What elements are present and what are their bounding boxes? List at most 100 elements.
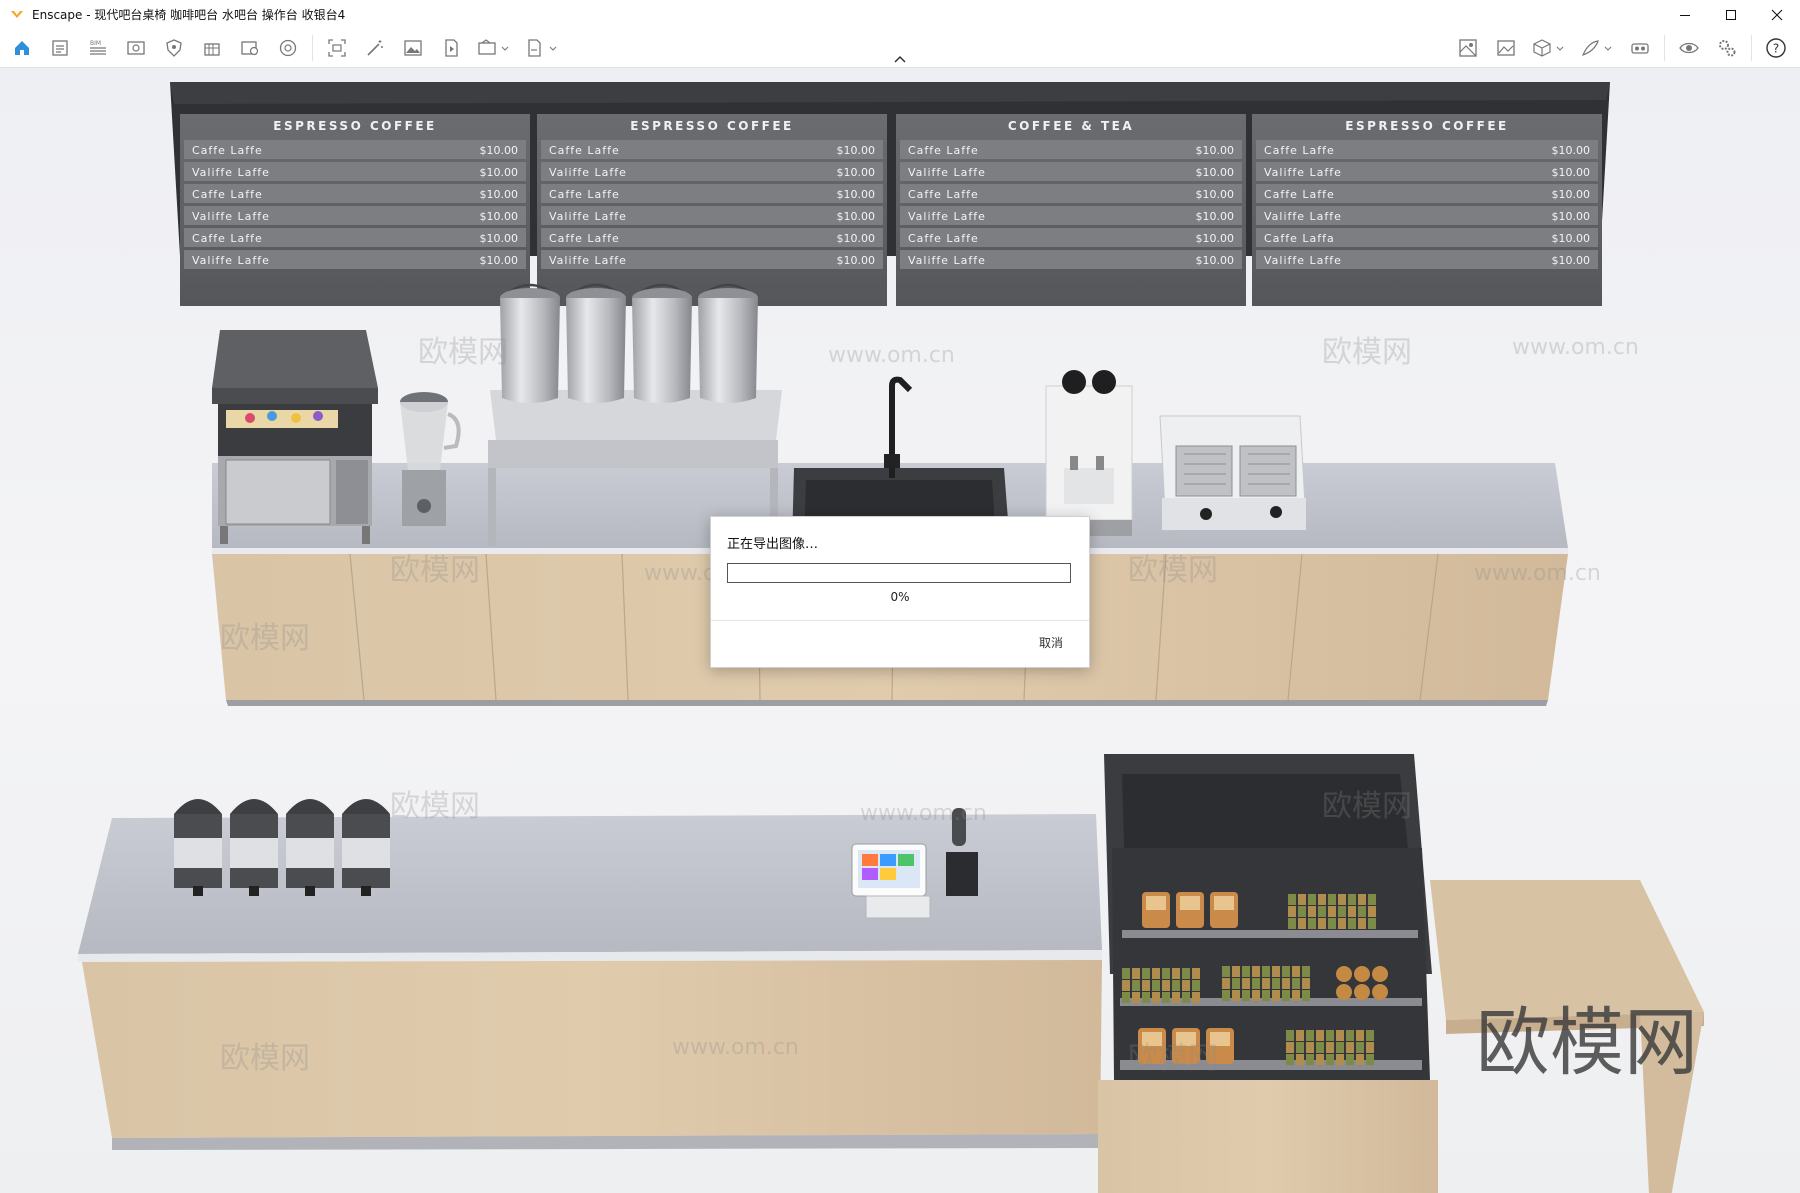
- menu-board-3: COFFEE & TEA Caffe Laffe $10.00 Valiffe Laf…: [896, 114, 1246, 306]
- menu-item-price: $10.00: [1196, 166, 1235, 179]
- shield-icon[interactable]: [160, 35, 188, 61]
- palette-icon[interactable]: [274, 35, 302, 61]
- coffee-thermos: [342, 799, 390, 896]
- export-icon[interactable]: [523, 35, 561, 61]
- building-icon[interactable]: [198, 35, 226, 61]
- snack-pack: [1348, 894, 1356, 905]
- menu-board-2: ESPRESSO COFFEE Caffe Laffe $10.00 Valiffe …: [537, 114, 887, 306]
- magic-wand-icon[interactable]: [361, 35, 389, 61]
- snack-pack: [1356, 1054, 1364, 1065]
- snack-pack: [1358, 906, 1366, 917]
- snack-pack: [1358, 894, 1366, 905]
- snack-pack: [1326, 1042, 1334, 1053]
- settings-gears-icon[interactable]: [1713, 35, 1741, 61]
- menu-item-name: Caffe Laffe: [192, 144, 263, 157]
- snack-pack: [1328, 894, 1336, 905]
- coffee-thermos: [286, 799, 334, 896]
- eye-icon[interactable]: [1675, 35, 1703, 61]
- open-file-icon[interactable]: [46, 35, 74, 61]
- collapse-toolbar-chevron-icon[interactable]: [884, 52, 916, 66]
- menu-board-header: COFFEE & TEA: [1008, 119, 1134, 133]
- menu-item-name: Caffe Laffa: [1264, 232, 1335, 245]
- menu-item-name: Caffe Laffe: [1264, 144, 1335, 157]
- watermark-url: www.om.cn: [672, 1035, 799, 1060]
- snack-pack: [1356, 1042, 1364, 1053]
- menu-item-name: Valiffe Laffe: [549, 166, 627, 179]
- bun: [1372, 984, 1388, 1000]
- snack-pack: [1298, 894, 1306, 905]
- watermark-logo: 欧模网: [220, 621, 310, 656]
- snack-pack: [1302, 966, 1310, 977]
- menu-item-name: Caffe Laffe: [192, 188, 263, 201]
- watermark-corner: 欧模网: [1476, 1000, 1698, 1086]
- toolbar-separator: [1664, 35, 1665, 61]
- vr-headset-icon[interactable]: [1626, 35, 1654, 61]
- snack-pack: [1272, 990, 1280, 1001]
- menu-item-name: Caffe Laffe: [192, 232, 263, 245]
- svg-text:?: ?: [1773, 42, 1779, 56]
- menu-item-price: $10.00: [1196, 210, 1235, 223]
- export-progress-bar: [727, 563, 1071, 583]
- menu-item-name: Valiffe Laffe: [908, 254, 986, 267]
- home-icon[interactable]: [8, 35, 36, 61]
- snack-pack: [1306, 1054, 1314, 1065]
- menu-item-name: Caffe Laffe: [549, 188, 620, 201]
- minimize-button[interactable]: [1662, 0, 1708, 29]
- menu-item-name: Caffe Laffe: [908, 188, 979, 201]
- snack-pack: [1368, 894, 1376, 905]
- menu-item-price: $10.00: [480, 144, 519, 157]
- batch-render-icon[interactable]: [475, 35, 513, 61]
- help-icon[interactable]: ?: [1762, 35, 1790, 61]
- snack-pack: [1288, 906, 1296, 917]
- snack-pack: [1346, 1030, 1354, 1041]
- snack-pack: [1182, 992, 1190, 1003]
- settings-icon[interactable]: [236, 35, 264, 61]
- popcorn-machine: [212, 330, 378, 544]
- snack-pack: [1222, 966, 1230, 977]
- menu-item-price: $10.00: [480, 232, 519, 245]
- snack-pack: [1318, 918, 1326, 929]
- snack-pack: [1172, 980, 1180, 991]
- menu-item-price: $10.00: [837, 166, 876, 179]
- bun: [1354, 984, 1370, 1000]
- snack-pack: [1232, 966, 1240, 977]
- toolbar-separator: [1751, 35, 1752, 61]
- close-button[interactable]: [1754, 0, 1800, 29]
- snack-pack: [1366, 1030, 1374, 1041]
- snack-pack: [1172, 992, 1180, 1003]
- snack-pack: [1132, 980, 1140, 991]
- menu-item-price: $10.00: [837, 188, 876, 201]
- cancel-button[interactable]: 取消: [1033, 632, 1069, 653]
- watermark-logo: 欧模网: [390, 553, 480, 588]
- screenshot-icon[interactable]: [323, 35, 351, 61]
- toolbar-separator: [312, 35, 313, 61]
- menu-item-name: Caffe Laffe: [908, 232, 979, 245]
- menu-item-price: $10.00: [837, 210, 876, 223]
- enscape-logo-icon: [8, 6, 26, 24]
- snack-pack: [1346, 1042, 1354, 1053]
- snack-pack: [1326, 1054, 1334, 1065]
- dialog-divider: [711, 620, 1089, 621]
- maximize-button[interactable]: [1708, 0, 1754, 29]
- cube-icon[interactable]: [1530, 35, 1568, 61]
- feather-icon[interactable]: [1578, 35, 1616, 61]
- coffee-thermos: [230, 799, 278, 896]
- video-icon[interactable]: [437, 35, 465, 61]
- tea-dispenser: [500, 283, 560, 403]
- image-gallery-icon[interactable]: [1492, 35, 1520, 61]
- watermark-url: www.om.cn: [860, 801, 987, 826]
- export-progress-dialog: 正在导出图像… 0% 取消: [710, 516, 1090, 668]
- snack-pack: [1368, 918, 1376, 929]
- image-icon[interactable]: [399, 35, 427, 61]
- snack-pack: [1316, 1030, 1324, 1041]
- view-icon[interactable]: [122, 35, 150, 61]
- snack-pack: [1122, 968, 1130, 979]
- bun: [1372, 966, 1388, 982]
- bun: [1336, 984, 1352, 1000]
- snack-pack: [1292, 978, 1300, 989]
- snack-pack: [1132, 992, 1140, 1003]
- asset-library-icon[interactable]: [1454, 35, 1482, 61]
- dialog-title: 正在导出图像…: [727, 537, 819, 552]
- list-icon[interactable]: BIM: [84, 35, 112, 61]
- snack-pack: [1298, 918, 1306, 929]
